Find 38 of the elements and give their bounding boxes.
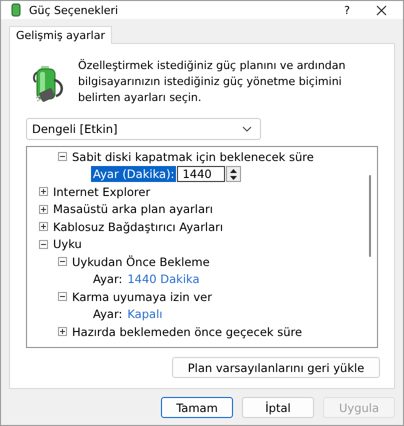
spinner-button[interactable]: [226, 166, 242, 182]
instruction-text: Özelleştirmek istediğiniz güç planını ve ardından bilgisayarınızın istediğiniz güç yönetme biçimini belirten ayarları seçin.: [78, 58, 346, 106]
battery-plug-icon: [32, 64, 66, 104]
battery-icon: [9, 3, 23, 17]
tree-item[interactable]: Sabit diski kapatmak için beklenecek süre: [72, 150, 314, 164]
window-title: Güç Seçenekleri: [29, 4, 118, 16]
expander-icon[interactable]: [58, 257, 67, 266]
tree-item[interactable]: Uykudan Önce Bekleme: [72, 254, 210, 269]
tree-item[interactable]: Hazırda beklemeden önce geçecek süre: [72, 324, 302, 339]
tree-item[interactable]: Kablosuz Bağdaştırıcı Ayarları: [53, 220, 224, 234]
dialog-button[interactable]: Tamam: [161, 397, 233, 418]
plan-dropdown[interactable]: Dengeli [Etkin]: [26, 118, 261, 140]
scrollbar-thumb[interactable]: [369, 175, 371, 257]
tree-item[interactable]: Uyku: [53, 237, 82, 252]
tree-item[interactable]: Karma uyumaya izin ver: [72, 290, 212, 304]
expander-icon[interactable]: [39, 240, 48, 249]
expander-icon[interactable]: [39, 187, 48, 196]
expander-icon[interactable]: [58, 292, 67, 302]
dialog-button[interactable]: İptal: [242, 397, 314, 418]
expander-icon[interactable]: [39, 204, 48, 214]
setting-value[interactable]: 1440 Dakika: [127, 272, 200, 286]
expander-icon[interactable]: [58, 152, 67, 162]
help-button[interactable]: ?: [334, 4, 360, 16]
chevron-down-icon: [242, 126, 252, 132]
setting-label[interactable]: Ayar:: [91, 306, 124, 322]
setting-label[interactable]: Ayar (Dakika):: [91, 166, 176, 182]
restore-defaults-button[interactable]: Plan varsayılanlarını geri yükle: [172, 357, 380, 378]
minutes-field[interactable]: 1440: [177, 166, 226, 182]
setting-value[interactable]: Kapalı: [127, 307, 162, 322]
setting-label[interactable]: Ayar:: [91, 271, 124, 288]
tree-item[interactable]: Internet Explorer: [53, 184, 150, 199]
tab[interactable]: Gelişmiş ayarlar: [9, 26, 112, 44]
expander-icon[interactable]: [39, 222, 48, 232]
down-arrow-icon: [230, 176, 238, 180]
expander-icon[interactable]: [58, 327, 67, 336]
close-icon: [376, 4, 387, 16]
tree-item[interactable]: Masaüstü arka plan ayarları: [53, 202, 213, 216]
up-arrow-icon: [230, 168, 238, 173]
